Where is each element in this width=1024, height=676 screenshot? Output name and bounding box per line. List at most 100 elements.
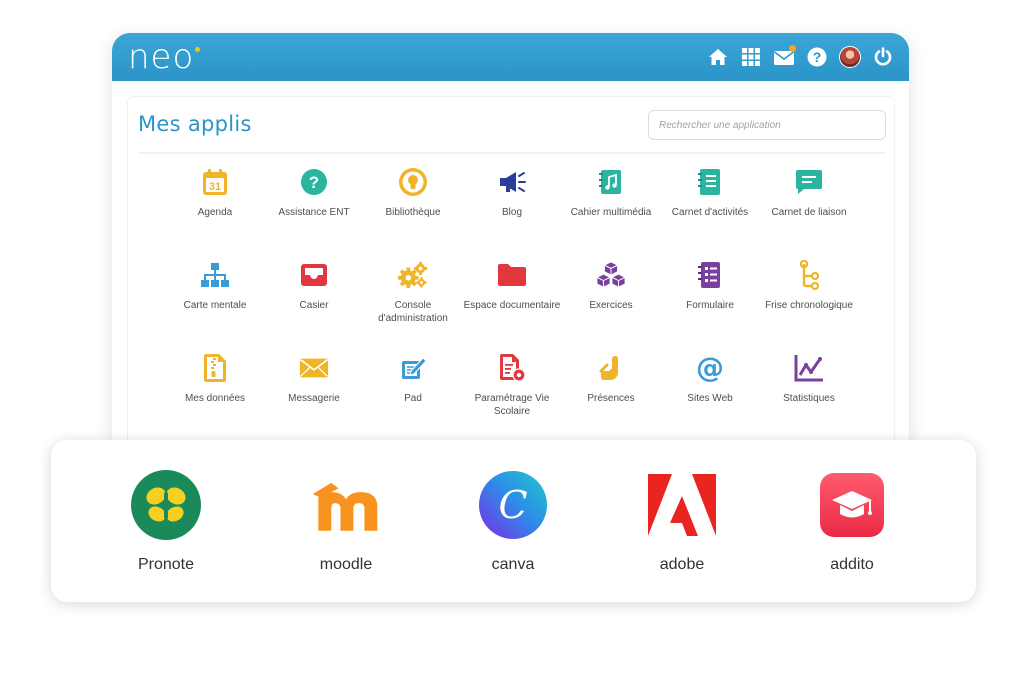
inbox-tray-icon (299, 260, 329, 290)
app-carnet-activites[interactable]: Carnet d'activités (660, 167, 760, 219)
svg-text:31: 31 (209, 181, 221, 193)
timeline-icon (794, 260, 824, 290)
app-carnet-liaison[interactable]: Carnet de liaison (759, 167, 859, 219)
app-window: neo ? Mes applis Rechercher une applicat… (112, 33, 909, 453)
power-icon[interactable] (871, 45, 895, 69)
app-label: Espace documentaire (463, 300, 561, 311)
notification-dot (789, 45, 796, 52)
partner-label: addito (830, 556, 874, 573)
partner-label: moodle (319, 556, 373, 573)
svg-text:@: @ (696, 353, 724, 383)
svg-text:?: ? (309, 173, 319, 192)
partner-apps-card: Pronote moodle C canva adobe addito (51, 440, 976, 602)
app-label: Carnet de liaison (771, 207, 847, 218)
neo-logo[interactable]: neo (128, 37, 201, 77)
app-sites-web[interactable]: @ Sites Web (660, 353, 760, 405)
svg-text:C: C (498, 483, 527, 527)
partner-addito[interactable]: addito (782, 470, 922, 574)
app-formulaire[interactable]: Formulaire (660, 260, 760, 312)
gears-icon (398, 260, 428, 290)
calendar-icon: 31 (200, 167, 230, 197)
apps-grid-icon[interactable] (739, 45, 763, 69)
app-label: Bibliothèque (385, 207, 441, 218)
app-label: Cahier multimédia (570, 207, 652, 218)
settings-doc-icon (497, 353, 527, 383)
envelope-icon (299, 353, 329, 383)
search-input[interactable] (648, 110, 886, 140)
app-label: Frise chronologique (765, 300, 853, 311)
app-console-admin[interactable]: Console d'administration (363, 260, 463, 325)
app-cahier-multimedia[interactable]: Cahier multimédia (561, 167, 661, 219)
raised-hand-icon (596, 353, 626, 383)
app-label: Paramétrage Vie Scolaire (474, 393, 550, 417)
question-icon: ? (299, 167, 329, 197)
lightbulb-icon (398, 167, 428, 197)
partner-label: Pronote (137, 556, 195, 573)
cubes-icon (596, 260, 626, 290)
user-avatar[interactable] (838, 45, 862, 69)
app-label: Blog (501, 207, 522, 218)
help-icon[interactable]: ? (805, 45, 829, 69)
folder-icon (497, 260, 527, 290)
sitemap-icon (200, 260, 230, 290)
app-assistance-ent[interactable]: ? Assistance ENT (264, 167, 364, 219)
avatar (839, 46, 861, 68)
messages-icon[interactable] (772, 45, 796, 69)
app-parametrage-vie-scolaire[interactable]: Paramétrage Vie Scolaire (462, 353, 562, 418)
app-messagerie[interactable]: Messagerie (264, 353, 364, 405)
home-icon[interactable] (706, 45, 730, 69)
megaphone-icon (497, 167, 527, 197)
partner-label: canva (491, 556, 535, 573)
app-label: Formulaire (686, 300, 734, 311)
app-label: Casier (299, 300, 329, 311)
app-presences[interactable]: Présences (561, 353, 661, 405)
partner-pronote[interactable]: Pronote (96, 470, 236, 574)
header-actions: ? (706, 45, 895, 69)
app-label: Exercices (589, 300, 633, 311)
app-label: Carnet d'activités (671, 207, 749, 218)
svg-text:?: ? (813, 49, 822, 65)
app-label: Assistance ENT (278, 207, 350, 218)
app-frise-chronologique[interactable]: Frise chronologique (759, 260, 859, 312)
zip-file-icon (200, 353, 230, 383)
partner-label: adobe (659, 556, 705, 573)
app-label: Console d'administration (378, 300, 448, 324)
pad-icon (398, 353, 428, 383)
app-carte-mentale[interactable]: Carte mentale (165, 260, 265, 312)
moodle-logo (311, 470, 381, 540)
notebook-icon (695, 167, 725, 197)
app-casier[interactable]: Casier (264, 260, 364, 312)
checklist-icon (695, 260, 725, 290)
app-exercices[interactable]: Exercices (561, 260, 661, 312)
app-label: Statistiques (783, 393, 835, 404)
page-title: Mes applis (138, 112, 252, 136)
partner-canva[interactable]: C canva (443, 470, 583, 574)
logo-text: neo (128, 37, 195, 77)
app-agenda[interactable]: 31 Agenda (165, 167, 265, 219)
addito-logo (817, 470, 887, 540)
app-espace-documentaire[interactable]: Espace documentaire (462, 260, 562, 312)
partner-moodle[interactable]: moodle (276, 470, 416, 574)
adobe-logo (647, 470, 717, 540)
app-label: Pad (404, 393, 422, 404)
app-mes-donnees[interactable]: Mes données (165, 353, 265, 405)
divider (138, 152, 886, 154)
at-sign-icon: @ (695, 353, 725, 383)
logo-dot (195, 47, 201, 52)
app-blog[interactable]: Blog (462, 167, 562, 219)
app-label: Mes données (184, 393, 246, 404)
app-label: Agenda (197, 207, 233, 218)
app-label: Carte mentale (183, 300, 247, 311)
app-statistiques[interactable]: Statistiques (759, 353, 859, 405)
canva-logo: C (478, 470, 548, 540)
app-bibliotheque[interactable]: Bibliothèque (363, 167, 463, 219)
music-book-icon (596, 167, 626, 197)
apps-panel: Mes applis 31 Agenda ? Assistance ENT (128, 97, 894, 453)
top-bar: neo ? (112, 33, 909, 81)
app-label: Messagerie (288, 393, 340, 404)
chat-icon (794, 167, 824, 197)
partner-adobe[interactable]: adobe (612, 470, 752, 574)
app-label: Présences (587, 393, 635, 404)
app-pad[interactable]: Pad (363, 353, 463, 405)
line-chart-icon (794, 353, 824, 383)
